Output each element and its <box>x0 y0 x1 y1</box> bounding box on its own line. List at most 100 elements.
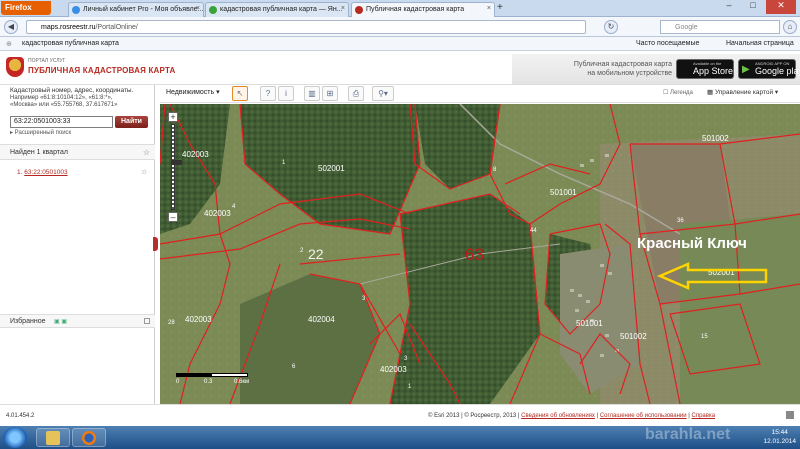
updates-link[interactable]: Сведения об обновлениях <box>521 413 595 419</box>
site-header: ПОРТАЛ УСЛУГ ПУБЛИЧНАЯ КАДАСТРОВАЯ КАРТА… <box>0 51 800 85</box>
layer-select-value: Недвижимость <box>166 89 215 96</box>
window-close-button[interactable]: ✕ <box>766 0 796 14</box>
coat-of-arms-logo <box>6 57 24 77</box>
firefox-menu-button[interactable]: Firefox <box>1 1 51 15</box>
favorites-expand-icon[interactable] <box>144 318 150 324</box>
address-bar[interactable]: maps.rosreestr.ru/PortalOnline/ <box>26 20 586 34</box>
url-path: /PortalOnline/ <box>95 24 138 31</box>
search-input[interactable]: 63:22:0501003:33 <box>10 116 113 128</box>
tab-yandex-search[interactable]: кадастровая публичная карта — Ян... × <box>205 2 349 17</box>
print-icon[interactable] <box>786 411 794 419</box>
zoom-in-button[interactable]: + <box>168 112 178 122</box>
parcel-number: 15 <box>701 334 708 340</box>
minimize-button[interactable]: – <box>718 0 740 14</box>
app-store-button[interactable]: Available on the App Store <box>676 59 734 79</box>
result-link[interactable]: 63:22:0501003 <box>24 169 67 176</box>
collapse-panel-handle[interactable] <box>153 237 158 251</box>
terms-link[interactable]: Соглашение об использовании <box>600 413 687 419</box>
parcel-number: 28 <box>168 320 175 326</box>
search-hint: Кадастровый номер, адрес, координаты. На… <box>10 87 152 110</box>
portal-subtitle: ПОРТАЛ УСЛУГ <box>28 58 66 64</box>
pointer-tool-icon[interactable]: ↖ <box>232 86 248 101</box>
measure-tool-icon[interactable]: ⊞ <box>322 86 338 101</box>
taskbar-explorer[interactable] <box>36 428 70 447</box>
close-icon[interactable]: × <box>196 5 200 12</box>
mobile-promo: Публичная кадастровая карта на мобильном… <box>512 54 800 84</box>
map-control-label: Управление картой <box>714 89 774 96</box>
zoom-slider-thumb[interactable] <box>172 160 182 165</box>
result-star-icon[interactable]: ☆ <box>141 168 147 176</box>
layer-select[interactable]: Недвижимость ▾ <box>166 88 220 96</box>
start-button[interactable] <box>3 427 27 448</box>
close-icon[interactable]: × <box>341 5 345 12</box>
find-button[interactable]: Найти <box>115 116 148 128</box>
map-control-dropdown[interactable]: ▦ Управление картой ▾ <box>707 88 778 96</box>
favorites-label[interactable]: Избранное <box>10 318 45 325</box>
new-tab-button[interactable]: + <box>497 2 503 13</box>
result-item[interactable]: 1. 63:22:0501003 <box>17 169 68 176</box>
zoom-slider[interactable] <box>171 124 182 210</box>
region-label: 63 <box>465 245 484 264</box>
folder-icon <box>46 431 60 445</box>
tab-favicon-icon <box>355 6 363 14</box>
star-icon[interactable]: ☆ <box>143 148 150 157</box>
chart-tool-icon[interactable]: ▥ <box>304 86 320 101</box>
result-number: 1. <box>17 169 23 176</box>
satellite-map[interactable]: 63 22 Красный Ключ 502001 402003 402003 … <box>160 104 800 404</box>
search-hint-line3: «Москва» или «55.755768, 37.617671» <box>10 102 118 108</box>
parcel-label: 402003 <box>182 150 209 159</box>
legend-toggle[interactable]: ☐ Легенда <box>663 89 693 96</box>
district-label: 22 <box>308 246 324 262</box>
search-bar[interactable]: Google <box>660 20 780 34</box>
mobile-promo-text: Публичная кадастровая карта на мобильном… <box>542 60 672 78</box>
maximize-button[interactable]: □ <box>742 0 764 14</box>
reload-button[interactable]: ↻ <box>604 20 618 34</box>
scale-label-1: 0.3 <box>204 379 213 385</box>
print-tool-icon[interactable]: ⎙ <box>348 86 364 101</box>
back-button[interactable]: ◀ <box>4 20 18 34</box>
parcel-number: 44 <box>530 228 537 234</box>
favorites-tools-icon[interactable]: ▣ ▣ <box>54 318 67 325</box>
tab-personal-cabinet[interactable]: Личный кабинет Pro - Моя объявле... × <box>68 2 204 17</box>
search-hint-line2: Например «61:8:10104:12», «61:8:*», <box>10 94 113 101</box>
bookmark-home[interactable]: Начальная страница <box>726 40 794 47</box>
version-text: 4.01.454.2 <box>6 413 35 419</box>
link-tool-icon[interactable]: ⚲▾ <box>372 86 394 101</box>
parcel-label: 502001 <box>318 164 345 173</box>
bookmarks-icon[interactable]: ⊕ <box>6 40 12 48</box>
taskbar-firefox[interactable] <box>72 428 106 447</box>
bookmark-frequent[interactable]: Часто посещаемые <box>636 40 699 47</box>
tab-label: кадастровая публичная карта — Ян... <box>220 6 343 13</box>
advanced-search-link[interactable]: ▸ Расширенный поиск <box>10 129 71 136</box>
parcel-label: 501002 <box>620 332 647 341</box>
mobile-line-1: Публичная кадастровая карта <box>573 61 672 68</box>
firefox-icon <box>82 431 96 445</box>
legend-label: Легенда <box>670 90 693 96</box>
home-icon[interactable]: ⌂ <box>783 20 797 34</box>
browser-tab-bar: Firefox Личный кабинет Pro - Моя объявле… <box>0 0 800 17</box>
app-store-label: App Store <box>693 66 734 76</box>
tab-cadastral-map[interactable]: Публичная кадастровая карта × <box>351 2 495 17</box>
parcel-label: 402003 <box>380 365 407 374</box>
tab-label: Личный кабинет Pro - Моя объявле... <box>83 6 204 13</box>
village-label: Красный Ключ <box>637 235 747 252</box>
help-link[interactable]: Справка <box>692 413 716 419</box>
scale-bar-graphic <box>176 373 248 377</box>
parcel-label: 402004 <box>308 315 335 324</box>
zoom-out-button[interactable]: – <box>168 212 178 222</box>
footer: 4.01.454.2 © Esri 2013 | © Росреестр, 20… <box>0 404 800 426</box>
info-tool-icon[interactable]: i <box>278 86 294 101</box>
mobile-line-2: на мобильном устройстве <box>587 70 672 77</box>
parcel-label: 501001 <box>576 319 603 328</box>
bookmark-cadastral[interactable]: кадастровая публичная карта <box>22 40 119 47</box>
portal-title[interactable]: ПУБЛИЧНАЯ КАДАСТРОВАЯ КАРТА <box>28 66 176 75</box>
google-play-button[interactable]: ▶ ANDROID APP ON Google play <box>738 59 800 79</box>
zoom-control: + – <box>168 112 182 224</box>
close-icon[interactable]: × <box>487 5 491 12</box>
identify-tool-icon[interactable]: ? <box>260 86 276 101</box>
map-view[interactable]: 63 22 Красный Ключ 502001 402003 402003 … <box>160 104 800 404</box>
watermark-logo: barahla.net <box>645 426 731 443</box>
clock-time: 15:44 <box>771 429 788 436</box>
system-clock[interactable]: 15:44 12.01.2014 <box>763 428 796 446</box>
left-panel: Кадастровый номер, адрес, координаты. На… <box>0 85 158 404</box>
